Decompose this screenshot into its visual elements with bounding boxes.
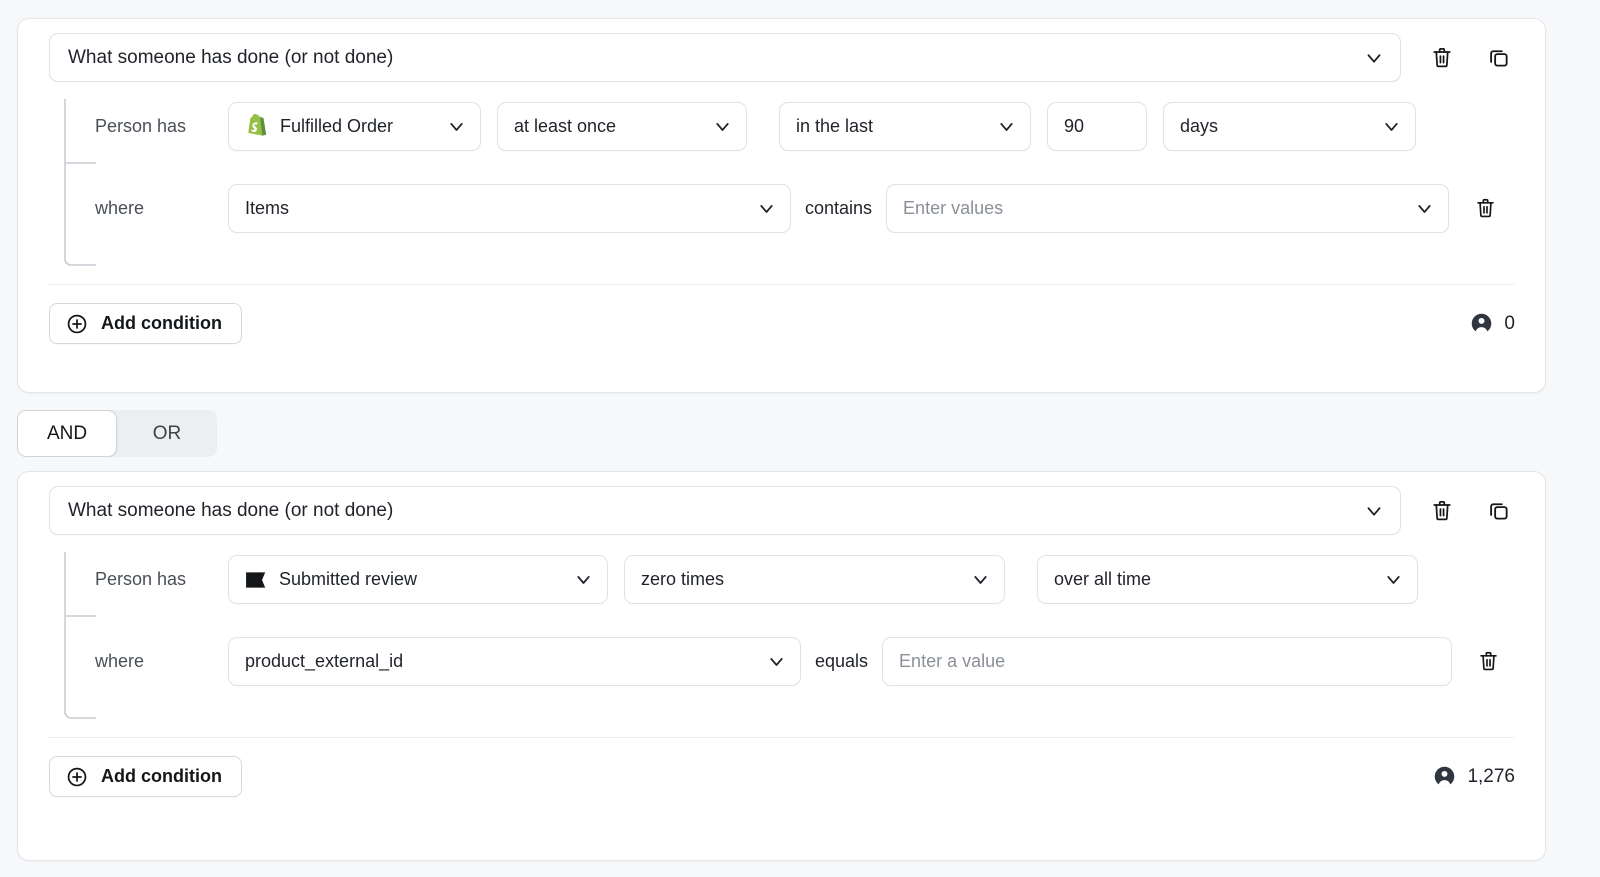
time-unit-select[interactable]: days bbox=[1163, 102, 1416, 151]
group-header-row-1: What someone has done (or not done) bbox=[49, 33, 1515, 82]
chevron-down-icon bbox=[996, 116, 1017, 137]
segment-builder-page: What someone has done (or not done) bbox=[0, 0, 1600, 877]
amount-value: 90 bbox=[1064, 116, 1133, 137]
trash-icon[interactable] bbox=[1475, 197, 1496, 220]
condition-group-1: What someone has done (or not done) bbox=[17, 18, 1546, 393]
timeframe-value: in the last bbox=[796, 116, 988, 137]
trash-icon[interactable] bbox=[1429, 498, 1455, 524]
row-prefix-label: where bbox=[95, 651, 228, 672]
row-prefix-label: Person has bbox=[95, 116, 228, 137]
value-input[interactable]: Enter a value bbox=[882, 637, 1452, 686]
event-value: Submitted review bbox=[279, 569, 565, 590]
chevron-down-icon bbox=[712, 116, 733, 137]
conditions-tree-1: Person has Fulfilled Order bbox=[49, 99, 1515, 236]
timeframe-value: over all time bbox=[1054, 569, 1375, 590]
value-placeholder: Enter a value bbox=[899, 651, 1438, 672]
condition-row-2-2: where product_external_id equals Enter a… bbox=[49, 634, 1515, 689]
chevron-down-icon bbox=[1363, 500, 1385, 522]
chevron-down-icon bbox=[573, 569, 594, 590]
attribute-value: product_external_id bbox=[245, 651, 758, 672]
row-prefix-label: where bbox=[95, 198, 228, 219]
add-condition-label: Add condition bbox=[101, 766, 222, 787]
chevron-down-icon bbox=[1414, 198, 1435, 219]
logic-toggle-and[interactable]: AND bbox=[17, 410, 117, 457]
conditions-tree-2: Person has Submitted review bbox=[49, 552, 1515, 689]
logic-toggle: AND OR bbox=[17, 410, 217, 457]
audience-count-1: 0 bbox=[1470, 312, 1515, 335]
copy-icon[interactable] bbox=[1485, 498, 1511, 524]
trash-icon[interactable] bbox=[1478, 650, 1499, 673]
flag-icon bbox=[245, 571, 268, 589]
person-icon bbox=[1470, 312, 1493, 335]
person-icon bbox=[1433, 765, 1456, 788]
chevron-down-icon bbox=[446, 116, 467, 137]
event-select[interactable]: Fulfilled Order bbox=[228, 102, 481, 151]
group-footer-2: Add condition 1,276 bbox=[18, 738, 1545, 797]
group-type-select-1[interactable]: What someone has done (or not done) bbox=[49, 33, 1401, 82]
value-input[interactable]: Enter values bbox=[886, 184, 1449, 233]
plus-circle-icon bbox=[66, 313, 88, 335]
frequency-value: at least once bbox=[514, 116, 704, 137]
add-condition-button[interactable]: Add condition bbox=[49, 756, 242, 797]
attribute-value: Items bbox=[245, 198, 748, 219]
group-footer-1: Add condition 0 bbox=[18, 285, 1545, 344]
timeframe-select[interactable]: in the last bbox=[779, 102, 1031, 151]
group-actions-1 bbox=[1429, 45, 1511, 71]
condition-row-1-1: Person has Fulfilled Order bbox=[49, 99, 1515, 154]
chevron-down-icon bbox=[1381, 116, 1402, 137]
add-condition-label: Add condition bbox=[101, 313, 222, 334]
group-header-row-2: What someone has done (or not done) bbox=[49, 486, 1515, 535]
condition-row-2-1: Person has Submitted review bbox=[49, 552, 1515, 607]
chevron-down-icon bbox=[766, 651, 787, 672]
row-prefix-label: Person has bbox=[95, 569, 228, 590]
operator-label: contains bbox=[791, 198, 886, 219]
frequency-select[interactable]: zero times bbox=[624, 555, 1005, 604]
chevron-down-icon bbox=[1383, 569, 1404, 590]
count-value: 0 bbox=[1504, 313, 1515, 335]
chevron-down-icon bbox=[970, 569, 991, 590]
frequency-value: zero times bbox=[641, 569, 962, 590]
add-condition-button[interactable]: Add condition bbox=[49, 303, 242, 344]
count-value: 1,276 bbox=[1467, 766, 1515, 788]
condition-row-1-2: where Items contains Enter values bbox=[49, 181, 1515, 236]
group-actions-2 bbox=[1429, 498, 1511, 524]
group-type-select-2[interactable]: What someone has done (or not done) bbox=[49, 486, 1401, 535]
shopify-icon bbox=[245, 114, 269, 140]
copy-icon[interactable] bbox=[1485, 45, 1511, 71]
chevron-down-icon bbox=[1363, 47, 1385, 69]
audience-count-2: 1,276 bbox=[1433, 765, 1515, 788]
value-placeholder: Enter values bbox=[903, 198, 1406, 219]
chevron-down-icon bbox=[756, 198, 777, 219]
event-value: Fulfilled Order bbox=[280, 116, 438, 137]
trash-icon[interactable] bbox=[1429, 45, 1455, 71]
frequency-select[interactable]: at least once bbox=[497, 102, 747, 151]
time-unit-value: days bbox=[1180, 116, 1373, 137]
operator-label: equals bbox=[801, 651, 882, 672]
attribute-select[interactable]: product_external_id bbox=[228, 637, 801, 686]
amount-input[interactable]: 90 bbox=[1047, 102, 1147, 151]
condition-group-2: What someone has done (or not done) bbox=[17, 471, 1546, 861]
logic-toggle-or[interactable]: OR bbox=[117, 410, 217, 457]
timeframe-select[interactable]: over all time bbox=[1037, 555, 1418, 604]
event-select[interactable]: Submitted review bbox=[228, 555, 608, 604]
plus-circle-icon bbox=[66, 766, 88, 788]
group-type-label-1: What someone has done (or not done) bbox=[68, 48, 1355, 67]
attribute-select[interactable]: Items bbox=[228, 184, 791, 233]
group-type-label-2: What someone has done (or not done) bbox=[68, 501, 1355, 520]
